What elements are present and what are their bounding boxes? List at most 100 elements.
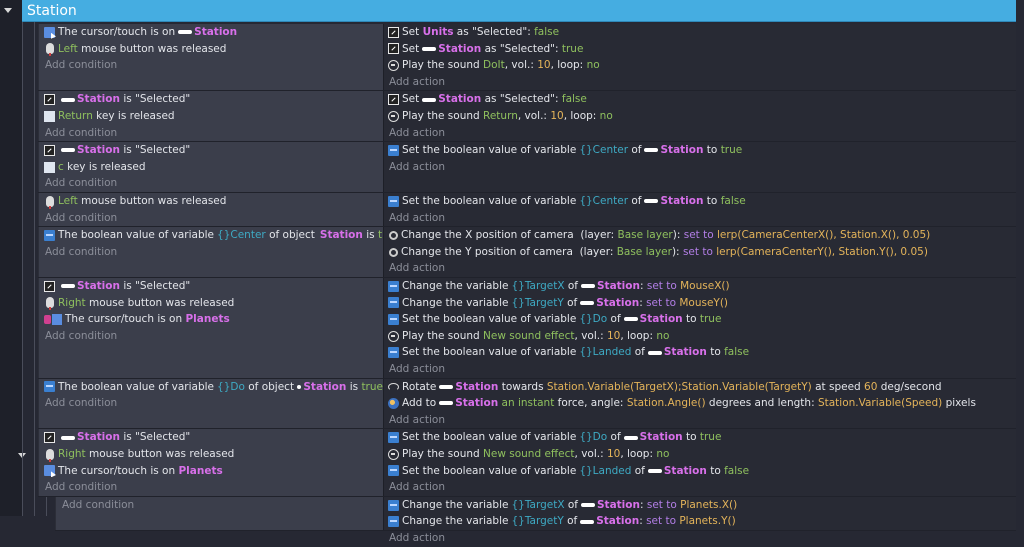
condition[interactable]: Return key is released xyxy=(44,108,383,125)
condition[interactable]: The cursor/touch is on Planets xyxy=(44,463,383,480)
add-condition-button[interactable]: Add condition xyxy=(44,479,383,496)
object-name[interactable]: Station xyxy=(664,344,707,361)
object-name[interactable]: Station xyxy=(194,24,237,41)
condition[interactable]: Left mouse button was released xyxy=(44,41,383,58)
conditions-column[interactable]: Station is "Selected" Right mouse button … xyxy=(38,429,383,496)
actions-column[interactable]: Set the boolean value of variable {}Do of… xyxy=(383,429,1016,496)
conditions-column[interactable]: The cursor/touch is on Station Left mouse … xyxy=(38,24,383,91)
action[interactable]: Play the sound DoIt, vol.: 10, loop: no xyxy=(388,57,1016,74)
condition[interactable]: Station is "Selected" xyxy=(44,278,383,295)
condition[interactable]: Right mouse button was released xyxy=(44,295,383,312)
condition[interactable]: Left mouse button was released xyxy=(44,193,383,210)
text-segment: set to xyxy=(646,498,681,511)
scrollbar[interactable] xyxy=(1016,0,1024,516)
object-name[interactable]: Station xyxy=(597,278,640,295)
actions-column[interactable]: Set the boolean value of variable {}Cente… xyxy=(383,142,1016,192)
actions-column[interactable]: Change the variable {}TargetX of Station: … xyxy=(383,496,1016,544)
object-name[interactable]: Station xyxy=(664,463,707,480)
conditions-column[interactable]: Add condition xyxy=(55,496,383,530)
conditions-column[interactable]: Station is "Selected" Return key is relea… xyxy=(38,91,383,142)
object-thumbnail-icon xyxy=(61,148,75,153)
object-name[interactable]: Station xyxy=(660,142,703,159)
condition[interactable]: Station is "Selected" xyxy=(44,91,383,108)
object-name[interactable]: Station xyxy=(77,91,120,108)
add-condition-button[interactable]: Add condition xyxy=(44,57,383,74)
add-condition-button[interactable]: Add condition xyxy=(44,328,383,345)
text-segment: an instant xyxy=(498,397,555,410)
action[interactable]: Play the sound Return, vol.: 10, loop: n… xyxy=(388,108,1016,125)
action[interactable]: Change the X position of camera (layer: … xyxy=(388,227,1016,244)
action[interactable]: Change the Y position of camera (layer: … xyxy=(388,244,1016,261)
conditions-column[interactable]: Station is "Selected" Right mouse button … xyxy=(38,277,383,378)
action[interactable]: Set the boolean value of variable {}Lande… xyxy=(388,463,1016,480)
actions-column[interactable]: Change the variable {}TargetX of Station: … xyxy=(383,277,1016,378)
conditions-column[interactable]: The boolean value of variable {}Center of… xyxy=(38,227,383,277)
condition[interactable]: Station is "Selected" xyxy=(44,429,383,446)
collapse-group-arrow[interactable] xyxy=(4,8,12,13)
actions-column[interactable]: Rotate Station towards Station.Variable(T… xyxy=(383,378,1016,429)
actions-column[interactable]: Change the X position of camera (layer: … xyxy=(383,227,1016,277)
object-name[interactable]: Station xyxy=(640,311,683,328)
add-action-button[interactable]: Add action xyxy=(388,412,1016,429)
action[interactable]: Set the boolean value of variable {}Cente… xyxy=(388,142,1016,159)
action[interactable]: Play the sound New sound effect, vol.: 1… xyxy=(388,446,1016,463)
action[interactable]: Set the boolean value of variable {}Do of… xyxy=(388,429,1016,446)
actions-column[interactable]: Set the boolean value of variable {}Cente… xyxy=(383,192,1016,227)
action[interactable]: Change the variable {}TargetX of Station: … xyxy=(388,497,1016,514)
add-action-button[interactable]: Add action xyxy=(388,479,1016,496)
conditions-column[interactable]: The boolean value of variable {}Do of obj… xyxy=(38,378,383,429)
add-action-button[interactable]: Add action xyxy=(388,210,1016,227)
action[interactable]: Set Units as "Selected": false xyxy=(388,24,1016,41)
add-condition-button[interactable]: Add condition xyxy=(44,175,383,192)
add-action-button[interactable]: Add action xyxy=(388,260,1016,277)
object-name[interactable]: Station xyxy=(455,395,498,412)
object-name[interactable]: Station xyxy=(438,41,481,58)
add-action-button[interactable]: Add action xyxy=(388,530,1016,547)
text-segment: deg/second xyxy=(877,380,942,393)
object-name[interactable]: Station xyxy=(438,91,481,108)
condition[interactable]: c key is released xyxy=(44,159,383,176)
actions-column[interactable]: Set Units as "Selected": false Set Station… xyxy=(383,24,1016,91)
condition[interactable]: The cursor/touch is on Planets xyxy=(44,311,383,328)
add-condition-button[interactable]: Add condition xyxy=(44,125,383,142)
condition[interactable]: Right mouse button was released xyxy=(44,446,383,463)
action[interactable]: Play the sound New sound effect, vol.: 1… xyxy=(388,328,1016,345)
add-condition-button[interactable]: Add condition xyxy=(44,210,383,227)
add-action-button[interactable]: Add action xyxy=(388,74,1016,91)
action[interactable]: Change the variable {}TargetY of Station: … xyxy=(388,295,1016,312)
group-header-station[interactable]: Station xyxy=(22,0,1016,22)
object-name[interactable]: Station xyxy=(320,227,363,244)
object-name[interactable]: Station xyxy=(455,379,498,396)
action[interactable]: Set Station as "Selected": false xyxy=(388,91,1016,108)
add-condition-button[interactable]: Add condition xyxy=(44,244,383,261)
condition[interactable]: The boolean value of variable {}Do of obj… xyxy=(44,379,383,396)
add-action-button[interactable]: Add action xyxy=(388,159,1016,176)
group-title: Station xyxy=(27,3,77,19)
condition[interactable]: The cursor/touch is on Station xyxy=(44,24,383,41)
action[interactable]: Change the variable {}TargetX of Station: … xyxy=(388,278,1016,295)
object-name[interactable]: Station xyxy=(660,193,703,210)
condition[interactable]: The boolean value of variable {}Center of… xyxy=(44,227,383,244)
object-name[interactable]: Station xyxy=(303,379,346,396)
object-name[interactable]: Station xyxy=(596,295,639,312)
condition[interactable]: Station is "Selected" xyxy=(44,142,383,159)
object-thumbnail-icon xyxy=(580,503,595,508)
add-condition-button[interactable]: Add condition xyxy=(44,395,383,412)
action[interactable]: Set the boolean value of variable {}Do of… xyxy=(388,311,1016,328)
object-name[interactable]: Station xyxy=(77,429,120,446)
action[interactable]: Rotate Station towards Station.Variable(T… xyxy=(388,379,1016,396)
conditions-column[interactable]: Left mouse button was released Add condit… xyxy=(38,192,383,227)
add-condition-button[interactable]: Add condition xyxy=(61,497,383,514)
action[interactable]: Add to Station an instant force, angle: S… xyxy=(388,395,1016,412)
object-name[interactable]: Station xyxy=(77,278,120,295)
object-name[interactable]: Station xyxy=(640,429,683,446)
action[interactable]: Set Station as "Selected": true xyxy=(388,41,1016,58)
object-name[interactable]: Station xyxy=(597,497,640,514)
add-action-button[interactable]: Add action xyxy=(388,361,1016,378)
action[interactable]: Set the boolean value of variable {}Lande… xyxy=(388,344,1016,361)
action[interactable]: Set the boolean value of variable {}Cente… xyxy=(388,193,1016,210)
add-action-button[interactable]: Add action xyxy=(388,125,1016,142)
conditions-column[interactable]: Station is "Selected" c key is released Ad… xyxy=(38,142,383,192)
actions-column[interactable]: Set Station as "Selected": false Play the … xyxy=(383,91,1016,142)
object-name[interactable]: Station xyxy=(77,142,120,159)
